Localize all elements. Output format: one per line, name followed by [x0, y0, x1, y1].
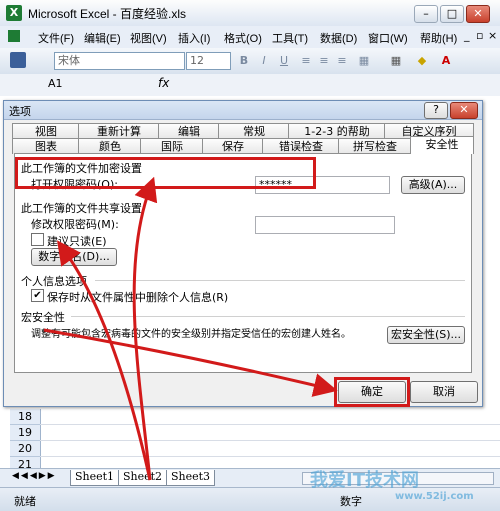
- watermark: 我爱IT技术网: [310, 470, 419, 491]
- arrow-to-ok: [43, 328, 338, 397]
- arrow-to-password: [132, 176, 158, 481]
- annotation-arrows: [43, 176, 338, 481]
- watermark-url: www.52ij.com: [395, 491, 474, 502]
